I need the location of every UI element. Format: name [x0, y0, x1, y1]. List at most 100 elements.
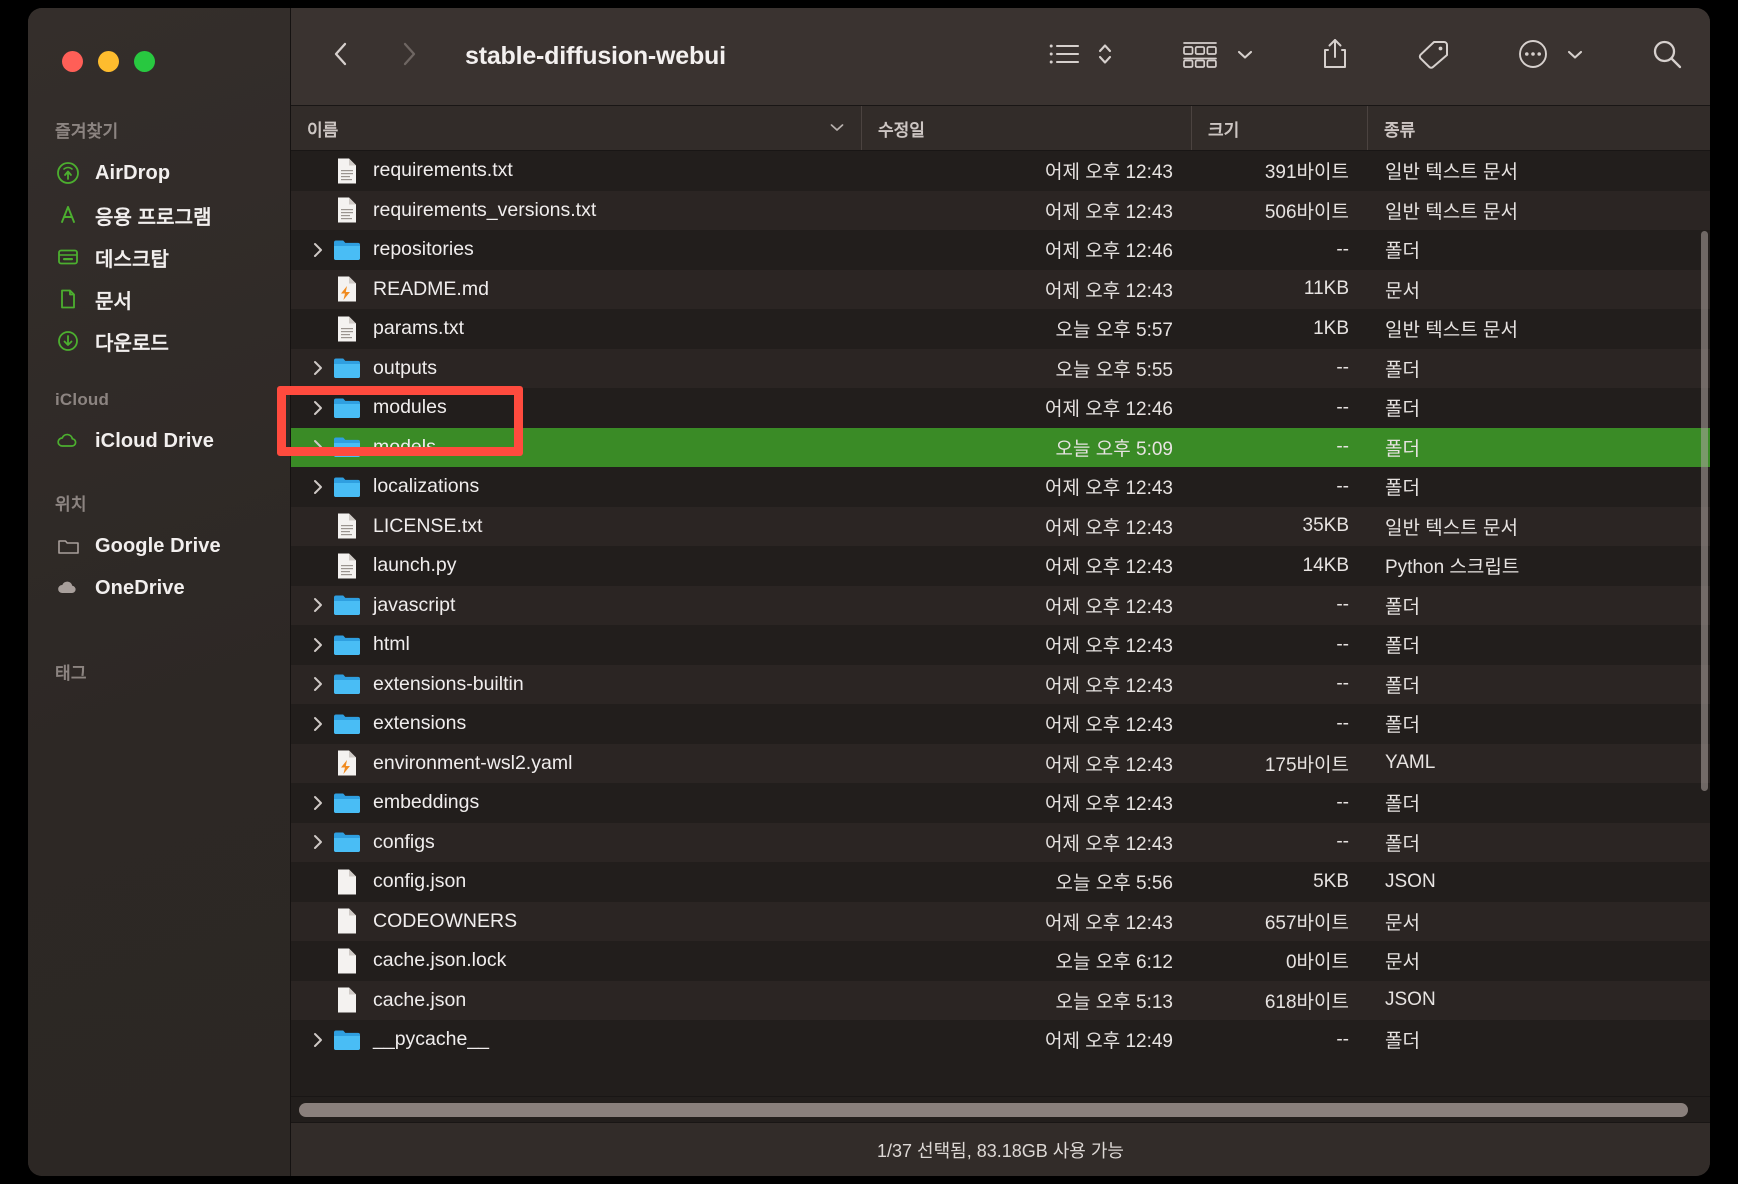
icloud-drive-icon	[55, 428, 81, 454]
column-header-date-modified[interactable]: 수정일	[861, 106, 1191, 150]
table-row[interactable]: configs 어제 오후 12:43 -- 폴더	[291, 822, 1710, 862]
vertical-scrollbar[interactable]	[1701, 231, 1708, 791]
desktop-icon	[55, 244, 81, 270]
table-row[interactable]: config.json 오늘 오후 5:56 5KB JSON	[291, 862, 1710, 902]
sidebar-section-favorites-label: 즐겨찾기	[55, 122, 119, 141]
sidebar-section-locations-label: 위치	[55, 495, 87, 514]
file-list[interactable]: requirements.txt 어제 오후 12:43 391바이트 일반 텍스트 …	[291, 151, 1710, 1096]
sidebar-section-icloud-label: iCloud	[55, 390, 110, 409]
cell-kind: 폴더	[1385, 636, 1420, 658]
table-row[interactable]: CODEOWNERS 어제 오후 12:43 657바이트 문서	[291, 901, 1710, 941]
column-header-size[interactable]: 크기	[1191, 106, 1367, 150]
folder-icon	[333, 633, 361, 657]
sidebar-item-applications[interactable]: 응용 프로그램	[28, 194, 290, 236]
maximize-button[interactable]	[134, 51, 155, 72]
minimize-button[interactable]	[98, 51, 119, 72]
cell-size: --	[1336, 594, 1349, 616]
column-header-name[interactable]: 이름	[291, 106, 861, 150]
cell-date-modified: 어제 오후 12:43	[1044, 557, 1173, 579]
table-row[interactable]: cache.json 오늘 오후 5:13 618바이트 JSON	[291, 980, 1710, 1020]
cell-kind: JSON	[1385, 870, 1436, 892]
table-row[interactable]: requirements.txt 어제 오후 12:43 391바이트 일반 텍스트 …	[291, 151, 1710, 191]
table-row[interactable]: extensions-builtin 어제 오후 12:43 -- 폴더	[291, 664, 1710, 704]
folder-icon	[333, 672, 361, 696]
table-row[interactable]: environment-wsl2.yaml 어제 오후 12:43 175바이트 YA…	[291, 743, 1710, 783]
table-row[interactable]: extensions 어제 오후 12:43 -- 폴더	[291, 704, 1710, 744]
cell-kind: 폴더	[1385, 794, 1420, 816]
search-button[interactable]	[1650, 34, 1684, 80]
disclosure-chevron-icon[interactable]	[307, 1031, 329, 1049]
disclosure-chevron-icon[interactable]	[307, 715, 329, 733]
horizontal-scrollbar-track[interactable]	[299, 1102, 1702, 1117]
tag-button[interactable]	[1416, 34, 1450, 80]
cell-kind: 문서	[1385, 912, 1420, 934]
forward-button[interactable]	[387, 35, 431, 79]
column-header-kind[interactable]: 종류	[1367, 106, 1710, 150]
disclosure-chevron-icon[interactable]	[307, 636, 329, 654]
disclosure-chevron-icon[interactable]	[307, 794, 329, 812]
close-button[interactable]	[62, 51, 83, 72]
sidebar-item-label: 다운로드	[95, 332, 169, 355]
table-row[interactable]: javascript 어제 오후 12:43 -- 폴더	[291, 585, 1710, 625]
disclosure-chevron-icon[interactable]	[307, 675, 329, 693]
cell-kind: 폴더	[1385, 596, 1420, 618]
cell-kind: Python 스크립트	[1385, 557, 1520, 579]
sidebar-item-desktop[interactable]: 데스크탑	[28, 236, 290, 278]
folder-icon	[333, 830, 361, 854]
disclosure-chevron-icon[interactable]	[307, 833, 329, 851]
table-row[interactable]: launch.py 어제 오후 12:43 14KB Python 스크립트	[291, 546, 1710, 586]
cell-size: --	[1336, 396, 1349, 418]
cell-date-modified: 어제 오후 12:43	[1044, 478, 1173, 500]
table-row[interactable]: repositories 어제 오후 12:46 -- 폴더	[291, 230, 1710, 270]
sidebar-item-documents[interactable]: 문서	[28, 278, 290, 320]
sidebar-item-downloads[interactable]: 다운로드	[28, 320, 290, 362]
sidebar-item-airdrop[interactable]: AirDrop	[28, 152, 290, 194]
disclosure-chevron-icon[interactable]	[307, 438, 329, 456]
back-button[interactable]	[319, 35, 363, 79]
file-name-label: config.json	[373, 870, 467, 893]
disclosure-chevron-icon[interactable]	[307, 596, 329, 614]
cell-kind: 폴더	[1385, 715, 1420, 737]
cell-date-modified: 어제 오후 12:43	[1044, 912, 1173, 934]
folder-icon	[333, 475, 361, 499]
table-row[interactable]: cache.json.lock 오늘 오후 6:12 0바이트 문서	[291, 941, 1710, 981]
table-row[interactable]: README.md 어제 오후 12:43 11KB 문서	[291, 269, 1710, 309]
sidebar-item-icloud-drive[interactable]: iCloud Drive	[28, 420, 290, 462]
cell-name: outputs	[291, 356, 861, 380]
chevron-right-icon	[396, 39, 422, 74]
downloads-icon	[55, 328, 81, 354]
table-row[interactable]: modules 어제 오후 12:46 -- 폴더	[291, 388, 1710, 428]
cell-name: requirements.txt	[291, 157, 861, 185]
table-row[interactable]: LICENSE.txt 어제 오후 12:43 35KB 일반 텍스트 문서	[291, 506, 1710, 546]
documents-icon	[55, 286, 81, 312]
cell-date-modified: 어제 오후 12:43	[1044, 201, 1173, 223]
cell-kind: 일반 텍스트 문서	[1385, 162, 1518, 184]
table-row[interactable]: localizations 어제 오후 12:43 -- 폴더	[291, 467, 1710, 507]
more-actions-button[interactable]	[1516, 34, 1584, 80]
disclosure-chevron-icon[interactable]	[307, 399, 329, 417]
cell-name: CODEOWNERS	[291, 907, 861, 935]
file-name-label: LICENSE.txt	[373, 514, 483, 537]
cell-date-modified: 오늘 오후 5:13	[1055, 991, 1173, 1013]
table-row[interactable]: outputs 오늘 오후 5:55 -- 폴더	[291, 348, 1710, 388]
view-mode-button[interactable]	[1048, 34, 1114, 80]
table-row-selected[interactable]: models 오늘 오후 5:09 -- 폴더	[291, 427, 1710, 467]
group-by-button[interactable]	[1180, 34, 1254, 80]
table-row[interactable]: __pycache__ 어제 오후 12:49 -- 폴더	[291, 1020, 1710, 1060]
disclosure-chevron-icon[interactable]	[307, 359, 329, 377]
disclosure-chevron-icon[interactable]	[307, 478, 329, 496]
sidebar-item-google-drive[interactable]: Google Drive	[28, 525, 290, 567]
cell-date-modified: 어제 오후 12:43	[1044, 162, 1173, 184]
file-name-label: extensions	[373, 712, 467, 735]
share-button[interactable]	[1320, 34, 1350, 80]
horizontal-scrollbar-thumb[interactable]	[299, 1102, 1688, 1117]
file-name-label: requirements.txt	[373, 159, 513, 182]
table-row[interactable]: html 어제 오후 12:43 -- 폴더	[291, 625, 1710, 665]
sidebar-item-onedrive[interactable]: OneDrive	[28, 567, 290, 609]
table-row[interactable]: embeddings 어제 오후 12:43 -- 폴더	[291, 783, 1710, 823]
cell-date-modified: 어제 오후 12:43	[1044, 675, 1173, 697]
disclosure-chevron-icon[interactable]	[307, 241, 329, 259]
table-row[interactable]: requirements_versions.txt 어제 오후 12:43 506바…	[291, 190, 1710, 230]
file-name-label: outputs	[373, 356, 437, 379]
table-row[interactable]: params.txt 오늘 오후 5:57 1KB 일반 텍스트 문서	[291, 309, 1710, 349]
